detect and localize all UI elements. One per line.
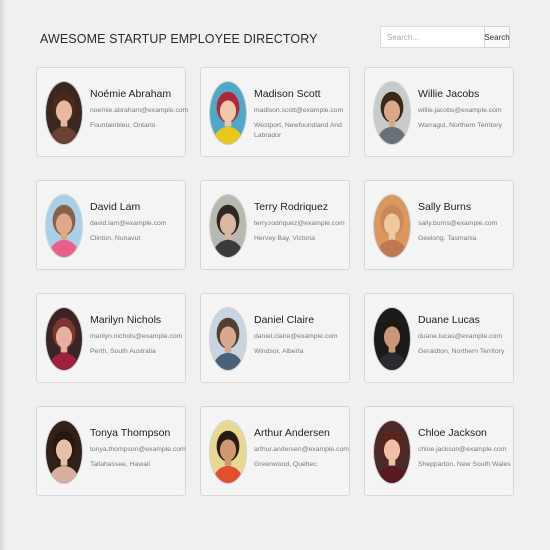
employee-card[interactable]: Madison Scott madison.scott@example.com … [200, 67, 350, 157]
employee-location: Hervey Bay, Victoria [254, 235, 315, 242]
employee-card[interactable]: Noémie Abraham noemie.abraham@example.co… [36, 67, 189, 157]
employee-gallery: Noémie Abraham noemie.abraham@example.co… [36, 67, 514, 496]
employee-info: Marilyn Nichols marilyn.nichols@example.… [90, 314, 184, 357]
employee-info: Terry Rodriquez terry.rodriquez@example.… [254, 201, 348, 244]
employee-email: terry.rodriquez@example.com [254, 220, 345, 227]
employee-name: Tonya Thompson [90, 427, 171, 439]
employee-card[interactable]: David Lam david.lam@example.com Clinton,… [36, 180, 186, 270]
employee-avatar [209, 194, 247, 258]
employee-email: arthur.andersen@example.com [254, 446, 349, 453]
employee-name: Terry Rodriquez [254, 201, 329, 213]
employee-avatar [209, 420, 247, 484]
employee-name: David Lam [90, 201, 141, 213]
employee-card[interactable]: Tonya Thompson tonya.thompson@example.co… [36, 406, 186, 496]
employee-name: Willie Jacobs [418, 88, 480, 100]
employee-email: tonya.thompson@example.com [90, 446, 186, 453]
employee-name: Daniel Claire [254, 314, 315, 326]
employee-location: Warragul, Northern Territory [418, 122, 502, 129]
employee-card[interactable]: Chloe Jackson chloe.jackson@example.com … [364, 406, 514, 496]
employee-email: david.lam@example.com [90, 220, 167, 227]
employee-email: willie.jacobs@example.com [418, 107, 502, 114]
search-button[interactable]: Search [484, 26, 510, 48]
employee-info: Tonya Thompson tonya.thompson@example.co… [90, 427, 186, 470]
employee-location: Geelong, Tasmania [418, 235, 477, 242]
employee-location: Geraldton, Northern Territory [418, 348, 505, 355]
employee-name: Madison Scott [254, 88, 321, 100]
employee-email: madison.scott@example.com [254, 107, 344, 114]
employee-info: Noémie Abraham noemie.abraham@example.co… [90, 88, 189, 131]
employee-location: Perth, South Australia [90, 348, 156, 355]
employee-card[interactable]: Marilyn Nichols marilyn.nichols@example.… [36, 293, 186, 383]
employee-avatar [209, 307, 247, 371]
employee-avatar [45, 307, 83, 371]
employee-card[interactable]: Sally Burns sally.burns@example.com Geel… [364, 180, 514, 270]
page-edge-shadow [0, 0, 6, 550]
employee-info: Willie Jacobs willie.jacobs@example.com … [418, 88, 512, 131]
employee-email: daniel.claire@example.com [254, 333, 338, 340]
employee-card[interactable]: Arthur Andersen arthur.andersen@example.… [200, 406, 350, 496]
employee-name: Marilyn Nichols [90, 314, 162, 326]
employee-location: Greenwood, Québec [254, 461, 317, 468]
employee-info: Chloe Jackson chloe.jackson@example.com … [418, 427, 512, 470]
employee-name: Noémie Abraham [90, 88, 172, 100]
employee-card[interactable]: Willie Jacobs willie.jacobs@example.com … [364, 67, 514, 157]
employee-location: Tallahassee, Hawaii [90, 461, 151, 468]
employee-email: sally.burns@example.com [418, 220, 498, 227]
header: AWESOME STARTUP EMPLOYEE DIRECTORY Searc… [40, 26, 510, 50]
employee-location: Windsor, Alberta [254, 348, 304, 355]
employee-location: Shepparton, New South Wales [418, 461, 511, 468]
employee-email: noemie.abraham@example.com [90, 107, 189, 114]
employee-location: Fountainbleu, Ontario [90, 122, 156, 129]
employee-card[interactable]: Terry Rodriquez terry.rodriquez@example.… [200, 180, 350, 270]
employee-name: Duane Lucas [418, 314, 480, 326]
employee-avatar [209, 81, 247, 145]
employee-avatar [45, 81, 83, 145]
employee-card[interactable]: Duane Lucas duane.lucas@example.com Gera… [364, 293, 514, 383]
employee-info: Duane Lucas duane.lucas@example.com Gera… [418, 314, 512, 357]
employee-avatar [373, 307, 411, 371]
employee-location: Clinton, Nunavut [90, 235, 141, 242]
employee-info: Madison Scott madison.scott@example.com … [254, 88, 348, 141]
employee-email: chloe.jackson@example.com [418, 446, 507, 453]
employee-location: Westport, Newfoundland And Labrador [254, 122, 342, 139]
search-form: Search [380, 26, 510, 48]
employee-name: Arthur Andersen [254, 427, 330, 439]
employee-card[interactable]: Daniel Claire daniel.claire@example.com … [200, 293, 350, 383]
employee-info: Sally Burns sally.burns@example.com Geel… [418, 201, 512, 244]
page-title: AWESOME STARTUP EMPLOYEE DIRECTORY [40, 32, 318, 46]
employee-avatar [373, 194, 411, 258]
employee-avatar [373, 81, 411, 145]
search-input[interactable] [380, 26, 484, 48]
employee-info: David Lam david.lam@example.com Clinton,… [90, 201, 184, 244]
employee-info: Arthur Andersen arthur.andersen@example.… [254, 427, 349, 470]
employee-avatar [373, 420, 411, 484]
employee-info: Daniel Claire daniel.claire@example.com … [254, 314, 348, 357]
employee-name: Sally Burns [418, 201, 472, 213]
employee-name: Chloe Jackson [418, 427, 487, 439]
employee-email: duane.lucas@example.com [418, 333, 502, 340]
employee-avatar [45, 194, 83, 258]
employee-avatar [45, 420, 83, 484]
employee-email: marilyn.nichols@example.com [90, 333, 183, 340]
